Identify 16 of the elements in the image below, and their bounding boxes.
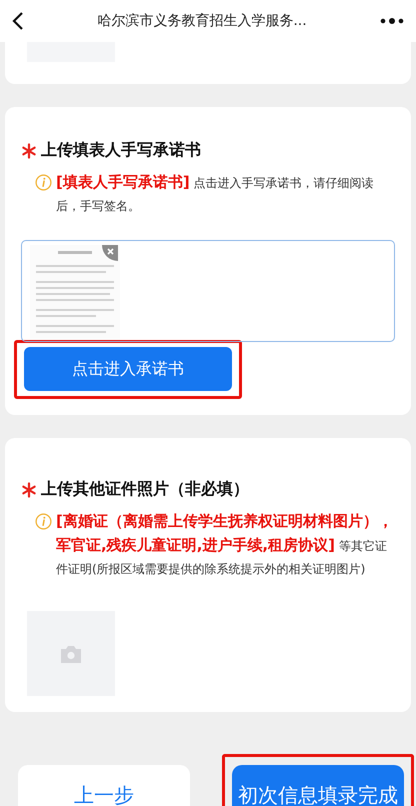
camera-icon xyxy=(59,644,83,664)
upload-tile[interactable] xyxy=(27,611,115,696)
section-title: 上传填表人手写承诺书 xyxy=(41,140,201,161)
page-title: 哈尔滨市义务教育招生入学服务... xyxy=(96,12,308,30)
info-icon xyxy=(35,174,52,191)
complete-button[interactable]: 初次信息填录完成 xyxy=(232,765,404,806)
previous-button[interactable]: 上一步 xyxy=(18,765,190,806)
more-icon[interactable] xyxy=(380,17,404,25)
hint-text: [离婚证（离婚需上传学生抚养权证明材料图片），军官证,残疾儿童证明,进户手续,租房协议] 等其它证件证明(所报区域需要提供的除系统提示外的相关证明图片) xyxy=(56,511,394,578)
back-icon[interactable] xyxy=(12,11,24,31)
upload-field[interactable] xyxy=(21,240,395,342)
info-icon xyxy=(35,513,52,530)
enter-button[interactable]: 点击进入承诺书 xyxy=(24,347,232,391)
section-title: 上传其他证件照片（非必填） xyxy=(41,479,249,500)
hint-text: [填表人手写承诺书] 点击进入手写承诺书，请仔细阅读后，手写签名。 xyxy=(56,172,375,215)
close-icon[interactable] xyxy=(102,245,118,261)
